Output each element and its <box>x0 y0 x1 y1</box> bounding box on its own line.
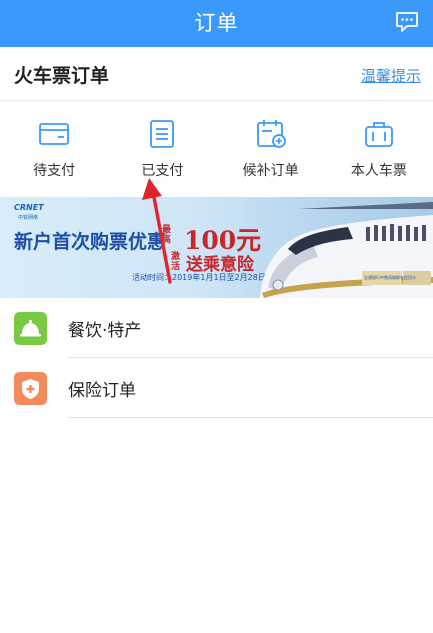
my-tickets-label: 本人车票 <box>350 163 407 179</box>
section-title: 火车票订单 <box>14 65 110 87</box>
shield-plus-icon <box>14 372 47 405</box>
paid-label: 已支付 <box>141 163 184 179</box>
order-status-tabs: 待支付 已支付 候补订单 本人车票 <box>0 102 433 196</box>
banner-logo: CRNET <box>14 203 44 212</box>
page-title: 订单 <box>194 11 239 35</box>
waitlist-order-button[interactable]: 候补订单 <box>217 102 325 196</box>
train-illustration <box>260 202 433 298</box>
luggage-icon <box>364 122 393 147</box>
train-order-header: 火车票订单 温馨提示 <box>0 47 433 101</box>
document-icon <box>150 120 175 148</box>
promo-banner[interactable]: CRNET 中铁网络 新户首次购票优惠 最高 100元 激活 送乘意险 活动时间… <box>0 197 433 298</box>
top-navigation-bar: 订单 <box>0 0 433 47</box>
calendar-add-icon <box>256 120 286 148</box>
wallet-icon <box>39 123 70 145</box>
insurance-order-item[interactable]: 保险订单 <box>0 358 433 418</box>
waitlist-order-label: 候补订单 <box>242 163 299 179</box>
food-bell-icon <box>14 312 47 345</box>
message-icon[interactable] <box>395 11 419 33</box>
food-specialty-item[interactable]: 餐饮·特产 <box>0 298 433 358</box>
red-arrow-annotation <box>142 178 172 284</box>
pending-payment-button[interactable]: 待支付 <box>0 102 108 196</box>
insurance-order-label: 保险订单 <box>68 381 136 401</box>
my-tickets-button[interactable]: 本人车票 <box>325 102 433 196</box>
banner-logo-sub: 中铁网络 <box>18 215 39 221</box>
divider <box>68 417 433 418</box>
tips-link[interactable]: 温馨提示 <box>361 65 421 86</box>
food-specialty-label: 餐饮·特产 <box>68 321 142 341</box>
pending-payment-label: 待支付 <box>33 163 76 179</box>
banner-bank-note: 交通银行中铁网络联名信用卡 <box>364 275 416 280</box>
